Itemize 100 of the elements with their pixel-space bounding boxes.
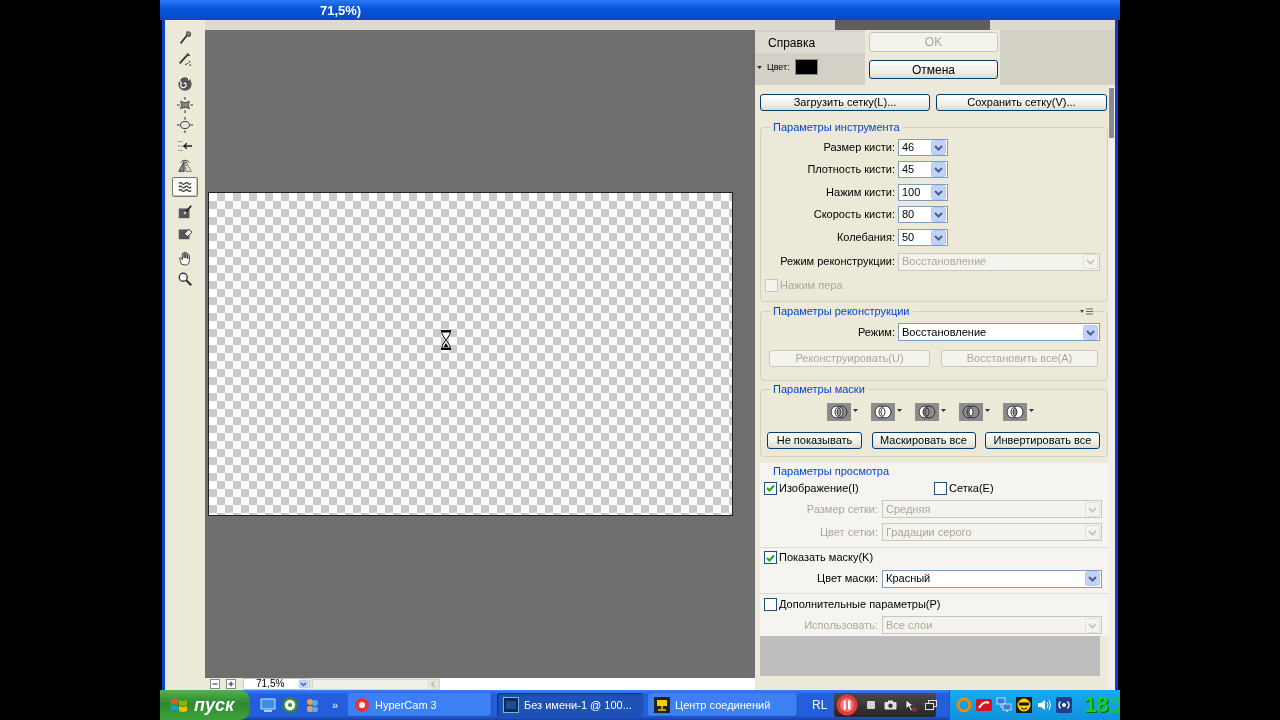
- checkbox-label: Изображение(I): [779, 482, 859, 494]
- scroll-thumb[interactable]: [1109, 88, 1114, 138]
- taskbar-button[interactable]: Без имени-1 @ 100...: [497, 693, 643, 717]
- overlapping-circles-icon: [1003, 403, 1027, 421]
- group-title: Параметры реконструкции: [770, 305, 913, 318]
- taskbar-button[interactable]: Центр соединений: [648, 693, 798, 717]
- checkbox-label: Дополнительные параметры(P): [779, 598, 941, 610]
- chevron-down-icon: [1083, 254, 1098, 269]
- caret-icon: [985, 409, 990, 412]
- dropdown-field[interactable]: 100: [898, 183, 948, 201]
- field-label: Размер сетки:: [805, 503, 878, 515]
- checkbox-label: Показать маску(K): [779, 552, 874, 563]
- brush-icon: [177, 50, 193, 67]
- chevron-down-icon: [1083, 324, 1098, 340]
- color-label: Цвет:: [767, 62, 790, 72]
- zoom-out-icon[interactable]: [210, 679, 220, 689]
- color-swatch[interactable]: [794, 59, 818, 75]
- checkmark-icon: [766, 553, 775, 562]
- taskbar-button[interactable]: HyperCam 3: [348, 693, 492, 717]
- chevron-down-icon: [1085, 524, 1100, 540]
- window-title: 71,5%): [320, 3, 362, 17]
- language-indicator[interactable]: RL: [812, 699, 828, 711]
- chevron-down-icon: [931, 162, 946, 177]
- caret-icon: [941, 409, 946, 412]
- mesh-button[interactable]: Загрузить сетку(L)...: [760, 94, 930, 111]
- group-title: Параметры маски: [770, 383, 868, 396]
- group-title: Параметры инструмента: [770, 121, 903, 134]
- dropdown-field[interactable]: 50: [898, 228, 948, 246]
- checkbox-label: Сетка(E): [949, 482, 994, 494]
- checkbox-label: Нажим пера: [780, 279, 843, 291]
- field-label: Колебания:: [835, 231, 895, 243]
- hand-icon: [177, 250, 193, 266]
- mask-button[interactable]: Не показывать: [767, 432, 862, 449]
- caret-icon: [1029, 409, 1034, 412]
- network-icon: [654, 697, 670, 713]
- camera-icon[interactable]: [884, 700, 898, 710]
- outward-arrows-icon: [177, 117, 193, 133]
- mask-brush-icon: [177, 204, 193, 220]
- dropdown-field[interactable]: Восстановление: [898, 323, 1100, 341]
- ring-icon[interactable]: [282, 697, 298, 713]
- app-logo-icon[interactable]: [976, 697, 993, 713]
- overflow-button[interactable]: »: [332, 700, 339, 711]
- clock-hours: 18: [1084, 694, 1109, 716]
- smiley-icon[interactable]: [1016, 697, 1033, 713]
- caret-icon: [757, 65, 762, 69]
- dropdown-field[interactable]: 46: [898, 138, 948, 156]
- stop-icon[interactable]: [866, 700, 877, 710]
- field-label: Цвет сетки:: [819, 526, 878, 538]
- clock-minutes: 34: [1109, 695, 1120, 705]
- checkbox[interactable]: [764, 481, 777, 495]
- dropdown-field[interactable]: 45: [898, 161, 948, 178]
- chevron-down-icon: [298, 679, 309, 689]
- scroll-bar[interactable]: [1108, 85, 1115, 690]
- chevron-down-icon: [931, 184, 946, 200]
- signal-icon[interactable]: [1056, 697, 1073, 713]
- field-label: Использовать:: [803, 619, 878, 631]
- cancel-button[interactable]: Отмена: [869, 60, 998, 79]
- chevron-down-icon: [931, 229, 946, 245]
- start-button[interactable]: пуск: [160, 690, 250, 720]
- chevron-down-icon: [931, 139, 946, 155]
- clock-seconds: 59: [1109, 705, 1120, 715]
- caret-icon: [853, 409, 858, 412]
- field-label: Режим:: [857, 326, 895, 338]
- dropdown-field[interactable]: 80: [898, 206, 948, 223]
- chevron-down-icon: [1085, 617, 1100, 633]
- chevron-down-icon: [931, 207, 946, 222]
- overlapping-circles-icon: [959, 403, 983, 421]
- panel-menu-icon[interactable]: [1080, 308, 1093, 315]
- dropdown-field[interactable]: Красный: [882, 569, 1102, 588]
- mask-button[interactable]: Инвертировать все: [985, 432, 1100, 449]
- inward-arrows-icon: [177, 96, 193, 113]
- overlapping-circles-icon: [871, 403, 895, 421]
- pause-icon[interactable]: [836, 694, 859, 716]
- field-label: Режим реконструкции:: [779, 256, 895, 267]
- brush-icon: [177, 30, 193, 46]
- field-label: Плотность кисти:: [806, 164, 895, 175]
- mask-button[interactable]: Маскировать все: [871, 432, 976, 449]
- window-icon[interactable]: [925, 700, 938, 710]
- scroll-bar[interactable]: [312, 678, 440, 690]
- record-icon: [354, 697, 370, 713]
- caret-icon: [897, 409, 902, 412]
- desktop-icon[interactable]: [260, 697, 276, 713]
- cursor-icon[interactable]: [905, 698, 918, 712]
- people-icon[interactable]: [304, 697, 320, 713]
- checkbox[interactable]: [934, 481, 947, 495]
- hourglass-icon: [440, 330, 452, 350]
- zoom-field[interactable]: 71,5%: [243, 678, 310, 690]
- field-label: Размер кисти:: [822, 141, 895, 153]
- checkbox[interactable]: [764, 551, 777, 564]
- app-icon: [503, 697, 519, 713]
- help-tab[interactable]: Справка: [755, 32, 865, 53]
- zoom-in-icon[interactable]: [226, 679, 236, 689]
- overlapping-circles-icon: [915, 403, 939, 421]
- checkmark-icon: [766, 484, 775, 492]
- flag-icon: [170, 697, 188, 713]
- checkbox[interactable]: [764, 597, 777, 611]
- chevron-down-icon: [1085, 571, 1100, 586]
- mesh-button[interactable]: Сохранить сетку(V)...: [936, 94, 1107, 111]
- chevron-down-icon: [1085, 501, 1100, 517]
- tool-button[interactable]: [172, 176, 198, 197]
